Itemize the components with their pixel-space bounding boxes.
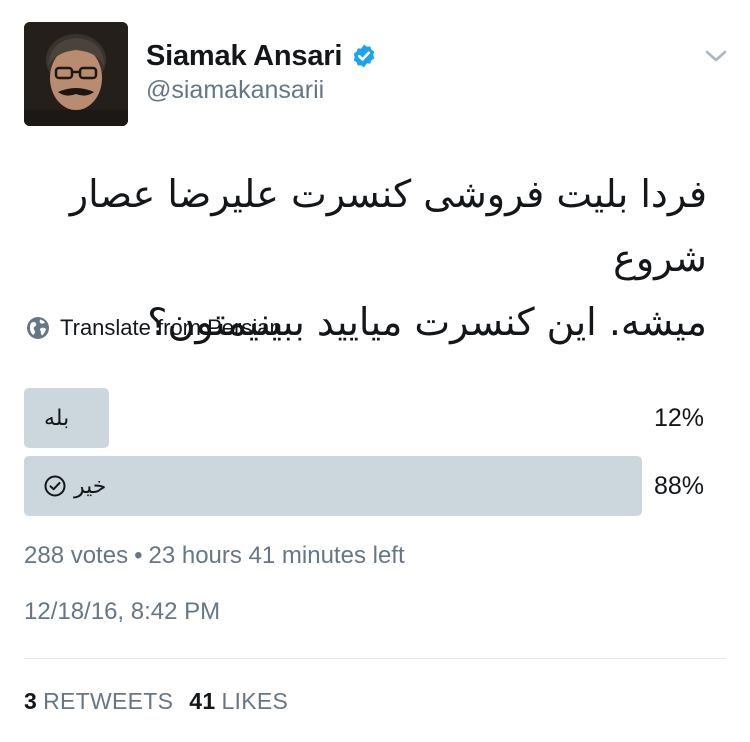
likes-label[interactable]: LIKES — [221, 688, 288, 714]
tweet-text-line-1: فردا بلیت فروشی کنسرت علیرضا عصار شروع — [69, 172, 707, 280]
poll-option-percent: 88% — [653, 471, 704, 500]
chevron-down-icon[interactable] — [703, 46, 729, 66]
avatar-image — [24, 22, 128, 126]
poll-votes: 288 votes — [24, 542, 129, 569]
poll-option-1[interactable]: بله 12% — [24, 388, 704, 448]
likes-count[interactable]: 41 — [189, 688, 215, 714]
tweet-card: Siamak Ansari @siamakansarii فردا بلیت ف… — [0, 0, 750, 742]
retweets-count[interactable]: 3 — [24, 688, 37, 714]
tweet-stats: 3 RETWEETS 41 LIKES — [24, 688, 304, 715]
poll-option-text: بله — [44, 405, 70, 431]
divider — [24, 658, 726, 659]
poll-bar — [24, 456, 642, 516]
poll-meta: 288 votes • 23 hours 41 minutes left — [24, 542, 405, 570]
poll-option-percent: 12% — [653, 403, 704, 432]
poll-option-text: خیر — [74, 473, 107, 499]
poll-option-2[interactable]: خیر 88% — [24, 456, 704, 516]
poll-option-label: خیر — [44, 456, 106, 516]
display-name-row: Siamak Ansari — [146, 38, 377, 74]
poll-option-label: بله — [44, 388, 69, 448]
display-name[interactable]: Siamak Ansari — [146, 40, 342, 73]
retweets-label[interactable]: RETWEETS — [43, 688, 173, 714]
poll-time-left: 23 hours 41 minutes left — [148, 542, 405, 569]
check-circle-icon — [44, 475, 66, 497]
avatar[interactable] — [24, 22, 128, 126]
user-handle[interactable]: @siamakansarii — [146, 76, 324, 105]
translate-label[interactable]: Translate from Persian — [60, 315, 282, 341]
translate-link[interactable]: Translate from Persian — [26, 314, 282, 342]
globe-icon — [27, 317, 49, 339]
tweet-timestamp[interactable]: 12/18/16, 8:42 PM — [24, 598, 220, 626]
verified-badge-icon — [353, 44, 375, 68]
poll-meta-separator: • — [134, 542, 143, 569]
